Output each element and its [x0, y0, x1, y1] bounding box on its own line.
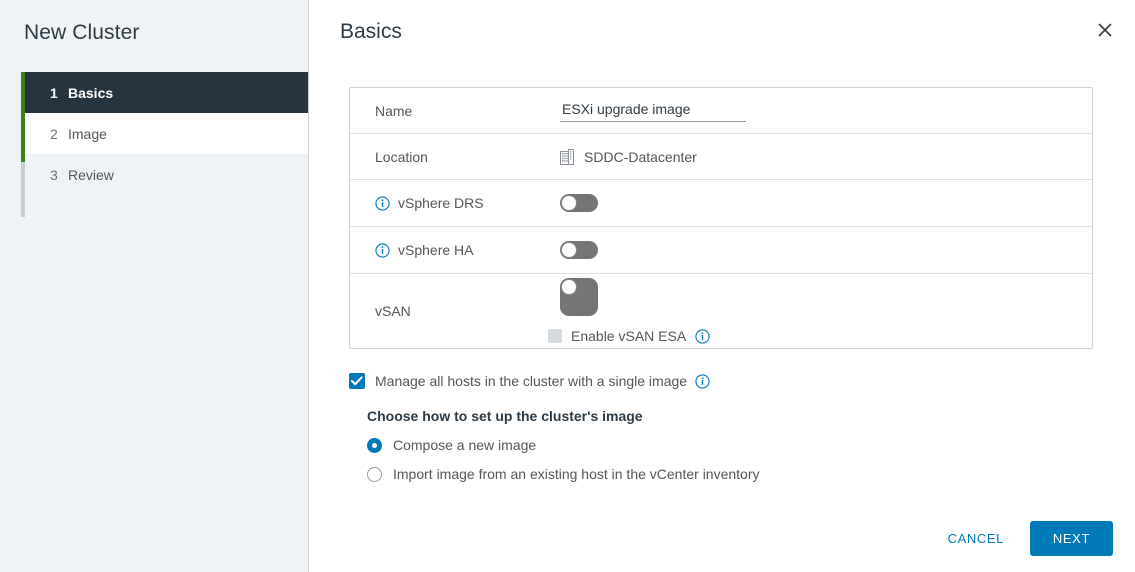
next-button[interactable]: NEXT — [1029, 521, 1113, 556]
label-location: Location — [375, 148, 428, 165]
label-vsphere-ha-group: vSphere HA — [350, 242, 560, 258]
step-number-3: 3 — [50, 166, 58, 183]
info-icon-drs[interactable] — [375, 195, 390, 211]
label-vsan: vSAN — [375, 303, 411, 319]
label-compose-new-image: Compose a new image — [393, 437, 537, 453]
location-value-text: SDDC-Datacenter — [584, 148, 697, 165]
label-name: Name — [375, 102, 413, 119]
wizard-steps: 1 Basics 2 Image 3 Review — [0, 72, 308, 217]
sidebar-step-image[interactable]: 2 Image — [25, 113, 308, 154]
toggle-vsphere-drs[interactable] — [560, 194, 598, 212]
row-vsphere-ha: vSphere HA — [350, 227, 1092, 274]
wizard-title: New Cluster — [24, 21, 140, 44]
label-manage-single-image: Manage all hosts in the cluster with a s… — [375, 373, 688, 389]
step-number-2: 2 — [50, 125, 58, 142]
row-name: Name — [350, 88, 1092, 134]
radio-option-import-image[interactable]: Import image from an existing host in th… — [367, 466, 1135, 482]
value-location: SDDC-Datacenter — [560, 148, 1092, 165]
step-label-review: Review — [68, 166, 114, 183]
toggle-vsphere-ha[interactable] — [560, 241, 598, 259]
vsan-esa-group: Enable vSAN ESA — [548, 328, 710, 344]
toggle-knob — [561, 195, 577, 211]
radio-import-image[interactable] — [367, 466, 382, 482]
checkbox-manage-single-image[interactable] — [349, 373, 365, 389]
step-label-image: Image — [68, 125, 107, 142]
toggle-knob — [561, 242, 577, 258]
info-icon-manage-single-image[interactable] — [695, 373, 710, 389]
value-vsan: Enable vSAN ESA — [548, 278, 1092, 344]
cluster-basics-table: Name Location — [349, 87, 1093, 349]
manage-single-image-row: Manage all hosts in the cluster with a s… — [349, 373, 1135, 389]
label-vsphere-drs: vSphere DRS — [398, 195, 484, 211]
step-label-basics: Basics — [68, 84, 114, 101]
location-value-group: SDDC-Datacenter — [560, 148, 697, 165]
datacenter-building-icon — [560, 148, 575, 165]
row-vsphere-drs: vSphere DRS — [350, 180, 1092, 227]
sidebar-step-basics[interactable]: 1 Basics — [25, 72, 308, 113]
value-vsphere-ha — [560, 241, 1092, 259]
row-location: Location SDDC-Datacenter — [350, 134, 1092, 180]
label-vsphere-drs-group: vSphere DRS — [350, 195, 560, 211]
cancel-button[interactable]: CANCEL — [944, 523, 1008, 554]
radio-compose-new-image[interactable] — [367, 437, 382, 453]
wizard-sidebar: New Cluster 1 Basics 2 Image 3 Review — [0, 0, 309, 572]
vsan-controls: Enable vSAN ESA — [548, 278, 710, 344]
sidebar-step-review[interactable]: 3 Review — [25, 154, 308, 195]
row-vsan: vSAN Enable vSAN ESA — [350, 274, 1092, 348]
page-title: Basics — [340, 20, 402, 43]
radio-option-compose-new-image[interactable]: Compose a new image — [367, 437, 1135, 453]
toggle-knob — [561, 279, 577, 295]
cluster-name-input[interactable] — [560, 99, 746, 122]
label-import-image: Import image from an existing host in th… — [393, 466, 760, 482]
value-vsphere-drs — [560, 194, 1092, 212]
info-icon-vsan-esa[interactable] — [695, 328, 710, 344]
label-enable-vsan-esa: Enable vSAN ESA — [571, 328, 687, 344]
wizard-footer: CANCEL NEXT — [944, 521, 1113, 556]
info-icon-ha[interactable] — [375, 242, 390, 258]
step-number-1: 1 — [50, 84, 58, 101]
toggle-vsan[interactable] — [560, 278, 598, 316]
new-cluster-wizard: New Cluster 1 Basics 2 Image 3 Review Ba… — [0, 0, 1135, 572]
checkbox-enable-vsan-esa[interactable] — [548, 329, 562, 343]
close-icon[interactable] — [1095, 20, 1119, 44]
value-name — [560, 99, 1092, 122]
choose-image-setup-label: Choose how to set up the cluster's image — [367, 408, 643, 424]
label-vsphere-ha: vSphere HA — [398, 242, 474, 258]
wizard-main-panel: Basics Name Location — [309, 0, 1135, 572]
